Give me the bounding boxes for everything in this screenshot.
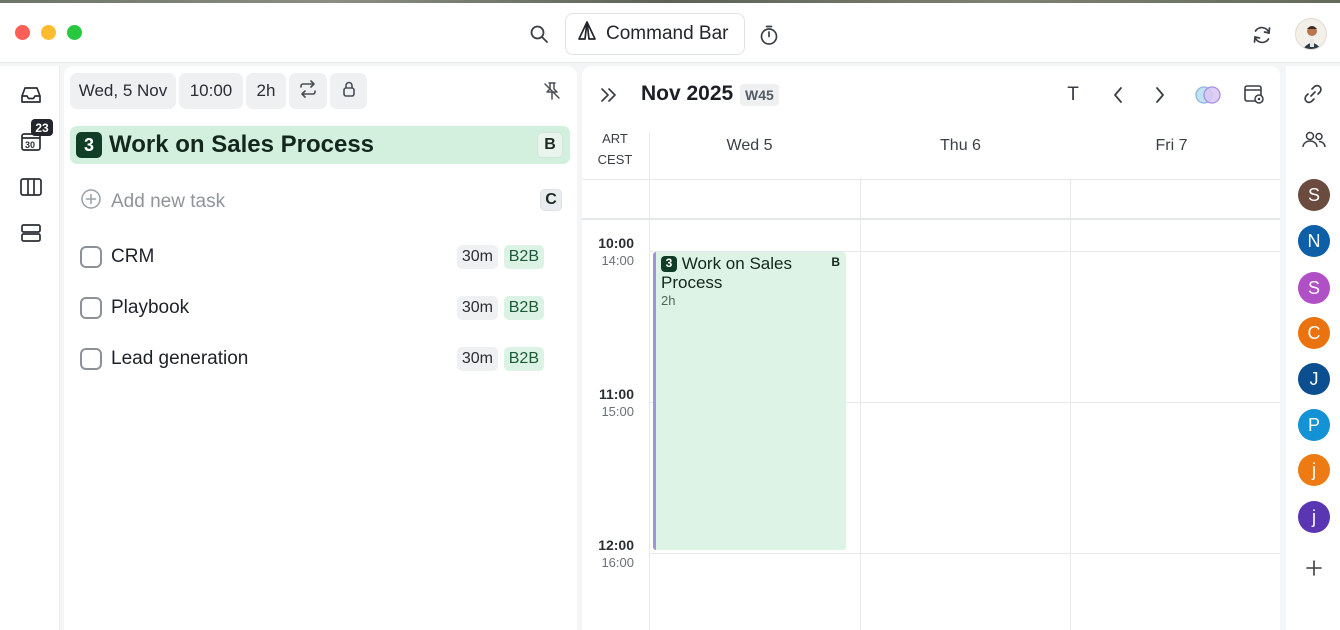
timezone-secondary: CEST xyxy=(597,152,633,167)
task-priority-badge: 3 xyxy=(76,132,102,158)
time-chip[interactable]: 10:00 xyxy=(179,73,243,109)
week-number: W45 xyxy=(740,84,779,106)
task-duration: 30m xyxy=(456,347,498,371)
board-view-icon[interactable] xyxy=(16,172,46,202)
task-label: Playbook xyxy=(111,297,190,318)
command-bar-label: Command Bar xyxy=(606,23,729,44)
repeat-button[interactable] xyxy=(289,73,327,109)
timer-icon[interactable] xyxy=(757,23,781,47)
title-bar: Command Bar xyxy=(0,3,1340,63)
task-checkbox[interactable] xyxy=(80,297,102,319)
person-avatar[interactable]: S xyxy=(1298,272,1330,304)
person-avatar[interactable]: P xyxy=(1298,409,1330,441)
day-header-wed[interactable]: Wed 5 xyxy=(644,137,855,155)
timezone-primary: ART xyxy=(602,131,628,146)
inbox-icon[interactable] xyxy=(16,80,46,110)
time-label-secondary: 16:00 xyxy=(601,555,634,570)
month-title: Nov 2025 xyxy=(641,82,734,105)
repeat-icon xyxy=(298,79,318,103)
search-icon[interactable] xyxy=(527,22,551,46)
minimize-window-button[interactable] xyxy=(41,25,56,40)
task-tag[interactable]: B2B xyxy=(503,245,544,269)
grid-divider xyxy=(649,132,650,630)
add-task-placeholder: Add new task xyxy=(111,191,226,212)
event-title: Work on Sales Process xyxy=(661,254,792,292)
all-day-divider xyxy=(582,218,1280,220)
calendar-panel: Nov 2025 W45 T ART CEST Wed 5 Thu 6 Fri … xyxy=(582,66,1280,630)
left-navigation-rail: 30 xyxy=(0,66,60,630)
calendars-toggle-icon[interactable] xyxy=(1192,82,1224,108)
person-avatar[interactable]: S xyxy=(1298,179,1330,211)
task-label: CRM xyxy=(111,246,155,267)
list-view-icon[interactable] xyxy=(16,218,46,248)
calendar-icon-date: 30 xyxy=(25,140,35,150)
grid-divider xyxy=(1070,178,1071,630)
people-icon[interactable] xyxy=(1301,128,1327,152)
person-avatar[interactable]: J xyxy=(1298,363,1330,395)
next-week-button[interactable] xyxy=(1148,83,1172,107)
command-bar-button[interactable]: Command Bar xyxy=(565,13,745,55)
expand-icon[interactable] xyxy=(597,83,621,107)
task-checkbox[interactable] xyxy=(80,246,102,268)
maximize-window-button[interactable] xyxy=(67,25,82,40)
hour-line xyxy=(649,553,1280,554)
day-header-fri[interactable]: Fri 7 xyxy=(1066,137,1277,155)
grid-divider xyxy=(582,179,1280,180)
person-avatar[interactable]: N xyxy=(1298,225,1330,257)
calendar-badge: 23 xyxy=(31,119,53,136)
selected-task-title: Work on Sales Process xyxy=(109,131,375,158)
date-chip[interactable]: Wed, 5 Nov xyxy=(70,73,176,109)
grid-divider xyxy=(860,178,861,630)
link-icon[interactable] xyxy=(1301,82,1325,106)
person-avatar[interactable]: j xyxy=(1298,454,1330,486)
user-avatar[interactable] xyxy=(1295,18,1327,50)
person-avatar[interactable]: j xyxy=(1298,501,1330,533)
sync-icon[interactable] xyxy=(1250,23,1274,47)
time-label-secondary: 15:00 xyxy=(601,404,634,419)
add-task-shortcut: C xyxy=(540,189,562,211)
lock-button[interactable] xyxy=(330,73,367,109)
previous-week-button[interactable] xyxy=(1106,83,1130,107)
task-tag[interactable]: B2B xyxy=(503,296,544,320)
task-row[interactable]: Playbook 30m B2B xyxy=(80,293,560,323)
selected-task[interactable]: 3 Work on Sales Process B xyxy=(70,126,570,164)
today-button[interactable]: T xyxy=(1062,83,1084,107)
app-window: Command Bar 30 23 Wed, 5 Nov 10:00 2h 3 … xyxy=(0,0,1340,630)
time-label: 11:00 xyxy=(598,386,634,402)
task-checkbox[interactable] xyxy=(80,348,102,370)
add-person-icon[interactable] xyxy=(1303,557,1325,579)
event-priority-badge: 3 xyxy=(661,255,677,272)
task-label: Lead generation xyxy=(111,348,249,369)
time-label-secondary: 14:00 xyxy=(601,253,634,268)
plus-circle-icon xyxy=(80,188,102,216)
selected-task-shortcut: B xyxy=(537,132,563,158)
task-tag[interactable]: B2B xyxy=(503,347,544,371)
calendar-event[interactable]: 3 Work on Sales Process 2h B xyxy=(653,252,846,550)
event-duration: 2h xyxy=(661,293,676,308)
person-avatar[interactable]: C xyxy=(1298,317,1330,349)
task-duration: 30m xyxy=(456,296,498,320)
event-shortcut: B xyxy=(831,255,840,269)
calendar-settings-icon[interactable] xyxy=(1242,82,1266,106)
task-duration: 30m xyxy=(456,245,498,269)
task-row[interactable]: CRM 30m B2B xyxy=(80,242,560,272)
task-panel: Wed, 5 Nov 10:00 2h 3 Work on Sales Proc… xyxy=(64,66,577,630)
command-bar-icon xyxy=(576,20,598,48)
time-label: 10:00 xyxy=(598,235,634,251)
close-window-button[interactable] xyxy=(15,25,30,40)
right-rail: S N S C J P j j xyxy=(1286,66,1340,630)
task-row[interactable]: Lead generation 30m B2B xyxy=(80,344,560,374)
duration-chip[interactable]: 2h xyxy=(246,73,286,109)
time-label: 12:00 xyxy=(598,537,634,553)
add-task-button[interactable]: Add new task xyxy=(80,188,225,216)
day-header-thu[interactable]: Thu 6 xyxy=(855,137,1066,155)
lock-icon xyxy=(341,80,357,103)
unpin-icon[interactable] xyxy=(540,79,564,103)
